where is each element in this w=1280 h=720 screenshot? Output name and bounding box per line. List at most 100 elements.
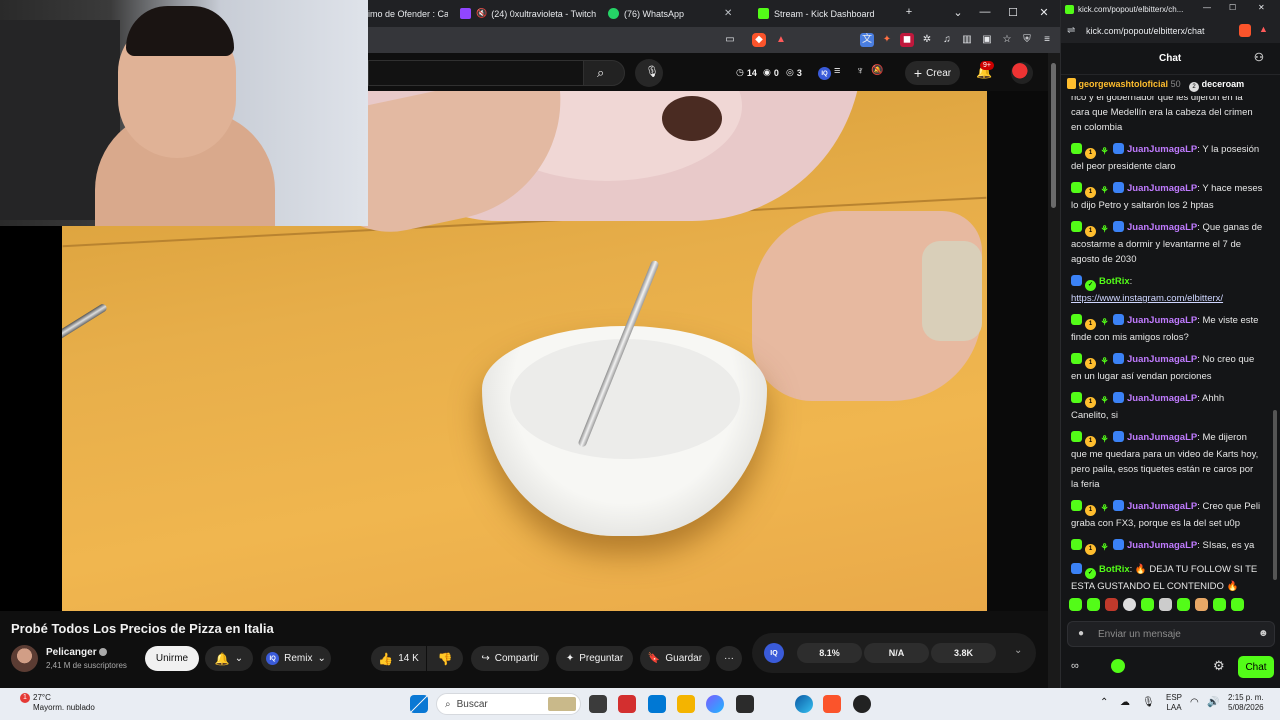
maximize-icon[interactable]: ☐ <box>1006 6 1020 19</box>
bell-off-icon[interactable]: 🔕 <box>871 65 883 76</box>
search-button[interactable]: ⌕ <box>583 60 625 86</box>
emoji-icon[interactable]: ☻ <box>1258 628 1269 639</box>
kick-points-icon[interactable] <box>1111 659 1125 673</box>
iq-logo-icon[interactable]: IQ <box>764 643 784 663</box>
brave-rewards-icon[interactable]: ▲ <box>774 33 788 47</box>
taskbar-search[interactable]: ⌕ Buscar <box>436 693 581 715</box>
save-button[interactable]: 🔖 Guardar <box>640 646 710 671</box>
cloud-icon[interactable]: ☁ <box>1120 697 1130 708</box>
extension-red-icon[interactable]: ◼ <box>900 33 914 47</box>
edge-icon[interactable] <box>795 695 813 713</box>
site-settings-icon[interactable]: ⇌ <box>1067 25 1075 36</box>
create-button[interactable]: + Crear <box>905 61 960 85</box>
list-icon[interactable]: ≡ <box>834 65 840 77</box>
emote-icon[interactable] <box>1069 598 1082 611</box>
tab-3[interactable]: (76) WhatsApp ✕ <box>608 4 743 23</box>
chat-username[interactable]: JuanJumagaLP <box>1127 183 1197 194</box>
brave-shield-icon[interactable] <box>1239 24 1251 37</box>
chat-username[interactable]: JuanJumagaLP <box>1127 354 1197 365</box>
users-icon[interactable]: ⚇ <box>1254 51 1264 64</box>
chat-username[interactable]: JuanJumagaLP <box>1127 393 1197 404</box>
terminal-icon[interactable] <box>736 695 754 713</box>
brave-icon[interactable] <box>823 695 841 713</box>
brave-rewards-icon[interactable]: ▲ <box>1259 24 1268 34</box>
tab-2[interactable]: 🔇 (24) 0xultravioleta - Twitch ✕ <box>460 4 600 23</box>
sidebar-icon[interactable]: ▥ <box>960 33 974 47</box>
minimize-icon[interactable]: — <box>978 6 992 18</box>
mic-icon[interactable]: 🎙 <box>1142 697 1155 708</box>
chat-username[interactable]: JuanJumagaLP <box>1127 222 1197 233</box>
extensions-icon[interactable]: ✲ <box>920 33 934 47</box>
chat-scrollbar-thumb[interactable] <box>1273 410 1277 580</box>
cast-icon[interactable]: ▭ <box>723 33 737 47</box>
close-window-icon[interactable]: ✕ <box>1037 6 1051 19</box>
chevron-up-icon[interactable]: ⌃ <box>1100 697 1108 708</box>
scrollbar-thumb[interactable] <box>1051 63 1056 208</box>
clock[interactable]: 2:15 p. m. 5/08/2026 <box>1228 693 1264 713</box>
close-window-icon[interactable]: ✕ <box>1258 3 1265 12</box>
wifi-icon[interactable]: ◠ <box>1190 697 1199 708</box>
more-actions-button[interactable]: ··· <box>716 646 742 671</box>
extension-fox-icon[interactable]: ✦ <box>880 33 894 47</box>
menu-icon[interactable]: ≡ <box>1040 33 1054 47</box>
gear-icon[interactable]: ⚙ <box>1213 658 1225 674</box>
share-button[interactable]: ↪ Compartir <box>471 646 549 671</box>
leader-1-name[interactable]: georgewashtoloficial <box>1079 79 1169 89</box>
brave-shield-icon[interactable]: ◆ <box>752 33 766 47</box>
music-icon[interactable]: ♫ <box>940 33 954 47</box>
emote-icon[interactable] <box>1213 598 1226 611</box>
chat-link[interactable]: https://www.instagram.com/elbitterx/ <box>1071 293 1223 304</box>
weather-widget[interactable]: 1 27°C Mayorm. nublado <box>10 693 95 713</box>
chat-username[interactable]: JuanJumagaLP <box>1127 540 1197 551</box>
remix-button[interactable]: IQ Remix ⌄ <box>261 646 331 671</box>
chat-username[interactable]: JuanJumagaLP <box>1127 315 1197 326</box>
favorites-icon[interactable]: ☆ <box>1000 33 1014 47</box>
channel-name[interactable]: Pelicanger <box>46 647 97 658</box>
chevron-down-icon[interactable]: ⌄ <box>951 6 965 19</box>
emote-icon[interactable] <box>1231 598 1244 611</box>
emote-icon[interactable] <box>1141 598 1154 611</box>
chevron-down-icon[interactable]: ⌄ <box>1014 645 1022 656</box>
tab-1[interactable]: imo de Ofender : Caj <box>368 4 448 23</box>
chat-url-bar[interactable]: ⇌ kick.com/popout/elbitterx/chat ▲ <box>1061 20 1280 43</box>
wallet-icon[interactable]: ▣ <box>980 33 994 47</box>
vpn-icon[interactable]: ⛨ <box>1020 33 1034 47</box>
emote-icon[interactable] <box>1159 598 1172 611</box>
task-view-icon[interactable] <box>589 695 607 713</box>
chat-message-input[interactable]: ● Enviar un mensaje ☻ <box>1067 621 1275 647</box>
page-scrollbar[interactable] <box>1048 53 1060 688</box>
chat-scrollbar[interactable] <box>1271 80 1279 590</box>
close-icon[interactable]: ✕ <box>724 8 732 19</box>
new-tab-icon[interactable]: + <box>902 6 916 18</box>
chat-send-button[interactable]: Chat <box>1238 656 1274 678</box>
chat-username[interactable]: JuanJumagaLP <box>1127 432 1197 443</box>
file-explorer-icon[interactable] <box>677 695 695 713</box>
tab-4[interactable]: Stream - Kick Dashboard <box>758 4 898 23</box>
join-button[interactable]: Unirme <box>145 646 199 671</box>
iq-icon[interactable]: IQ <box>818 67 831 80</box>
obs-icon[interactable] <box>853 695 871 713</box>
power-app-icon[interactable] <box>618 695 636 713</box>
emote-icon[interactable] <box>1195 598 1208 611</box>
like-button[interactable]: 👍 14 K <box>371 646 426 671</box>
volume-icon[interactable]: 🔊 <box>1207 697 1219 708</box>
chat-username[interactable]: BotRix <box>1099 276 1130 287</box>
language-indicator[interactable]: ESP LAA <box>1166 693 1182 713</box>
chat-username[interactable]: JuanJumagaLP <box>1127 144 1197 155</box>
start-menu-icon[interactable] <box>410 695 428 713</box>
voice-search-button[interactable]: 🎙 <box>635 59 663 87</box>
dislike-button[interactable]: 👎 <box>427 646 463 671</box>
trophy-icon[interactable]: ♆ <box>856 65 864 77</box>
channel-avatar[interactable] <box>11 645 38 672</box>
subscribe-bell-button[interactable]: 🔔 ⌄ <box>205 646 253 671</box>
maximize-icon[interactable]: ☐ <box>1229 3 1236 12</box>
minimize-icon[interactable]: — <box>1203 3 1211 12</box>
avatar[interactable] <box>1011 62 1033 84</box>
store-icon[interactable] <box>648 695 666 713</box>
chat-username[interactable]: BotRix <box>1099 564 1130 575</box>
leader-2-name[interactable]: deceroam <box>1202 79 1245 89</box>
emote-icon[interactable] <box>1087 598 1100 611</box>
emote-icon[interactable] <box>1177 598 1190 611</box>
emote-icon[interactable] <box>1105 598 1118 611</box>
chat-settings-icon[interactable]: ∞ <box>1071 660 1079 672</box>
